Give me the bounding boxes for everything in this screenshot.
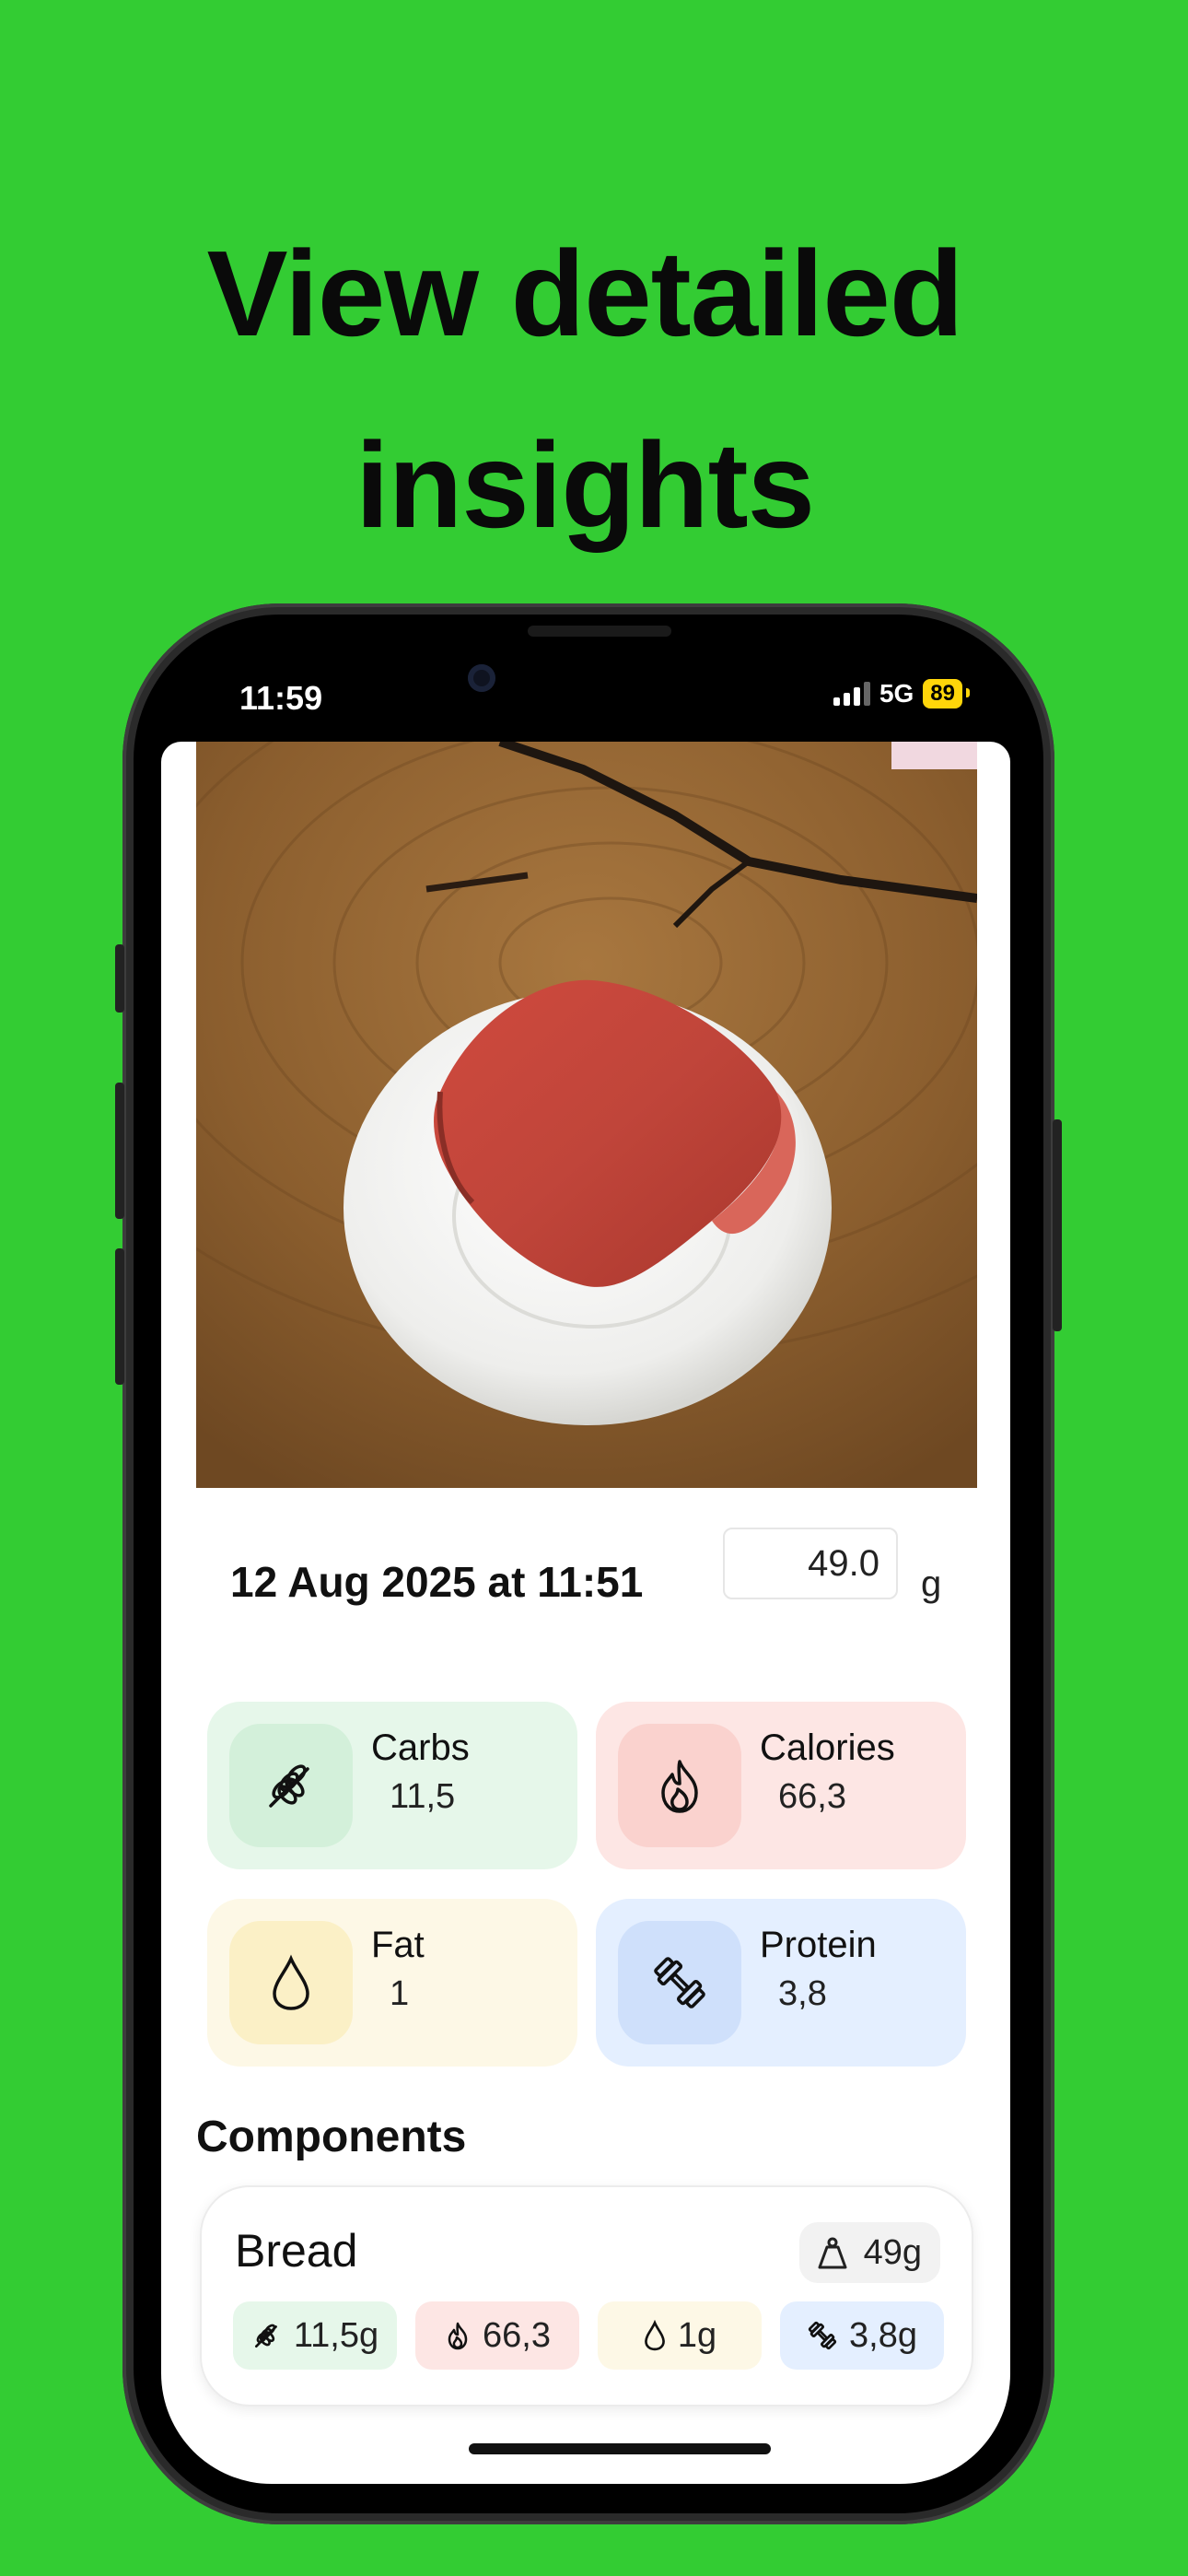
carbs-value: 11,5 [390, 1777, 456, 1816]
ringer-switch [115, 944, 124, 1013]
status-indicators: 5G 89 [833, 679, 970, 708]
headline-line-1: View detailed [206, 226, 964, 361]
meal-photo[interactable] [196, 742, 977, 1488]
headline-line-2: insights [355, 417, 815, 553]
drop-icon [229, 1921, 353, 2044]
calories-tile: Calories 66,3 [596, 1702, 966, 1869]
carbs-label: Carbs [371, 1727, 470, 1768]
fat-label: Fat [371, 1925, 425, 1965]
component-protein-value: 3,8g [849, 2315, 917, 2355]
weight-input[interactable]: 49.0 [723, 1528, 898, 1599]
protein-tile: Protein 3,8 [596, 1899, 966, 2067]
phone-frame: 11:59 5G 89 12 Aug 2025 at 11:51 49.0 g … [115, 603, 1062, 2524]
component-calories-value: 66,3 [483, 2315, 551, 2355]
app-screen: 12 Aug 2025 at 11:51 49.0 g Carbs 11,5 C… [161, 742, 1010, 2484]
earpiece-speaker [528, 626, 671, 637]
fat-value: 1 [390, 1974, 410, 2013]
component-weight-badge: 49g [798, 2222, 940, 2283]
wheat-icon [229, 1724, 353, 1847]
component-fat-chip: 1g [598, 2301, 762, 2370]
volume-up-button [115, 1083, 124, 1219]
status-time: 11:59 [239, 679, 323, 717]
network-type: 5G [879, 679, 914, 708]
component-calories-chip: 66,3 [415, 2301, 579, 2370]
meal-date: 12 Aug 2025 at 11:51 [230, 1558, 644, 1606]
meal-photo-image [196, 742, 977, 1488]
front-camera-icon [468, 664, 495, 692]
dumbbell-icon [618, 1921, 741, 2044]
components-title: Components [196, 2113, 467, 2161]
component-name: Bread [235, 2225, 358, 2277]
home-indicator[interactable] [469, 2443, 771, 2454]
component-carbs-chip: 11,5g [233, 2301, 397, 2370]
drop-icon [644, 2320, 665, 2351]
phone-screen-bezel: 11:59 5G 89 12 Aug 2025 at 11:51 49.0 g … [134, 615, 1043, 2513]
power-button [1053, 1119, 1062, 1331]
component-fat-value: 1g [677, 2315, 717, 2355]
protein-label: Protein [760, 1925, 877, 1965]
dumbbell-icon [808, 2321, 837, 2350]
component-protein-chip: 3,8g [780, 2301, 944, 2370]
component-weight-value: 49g [863, 2232, 922, 2272]
volume-down-button [115, 1248, 124, 1385]
component-carbs-value: 11,5g [293, 2315, 379, 2355]
headline: View detailed insights [0, 198, 1170, 581]
weight-unit: g [921, 1563, 942, 1604]
fat-tile: Fat 1 [207, 1899, 577, 2067]
signal-bars-icon [833, 682, 870, 706]
calories-value: 66,3 [778, 1777, 846, 1816]
component-card-bread[interactable]: Bread 49g 11,5g 66,3 1g 3,8g [200, 2185, 973, 2406]
weight-icon [818, 2237, 847, 2269]
carbs-tile: Carbs 11,5 [207, 1702, 577, 1869]
flame-icon [618, 1724, 741, 1847]
calories-label: Calories [760, 1727, 895, 1768]
flame-icon [448, 2322, 468, 2350]
wheat-icon [254, 2324, 277, 2348]
protein-value: 3,8 [778, 1974, 827, 2013]
battery-icon: 89 [923, 679, 970, 708]
